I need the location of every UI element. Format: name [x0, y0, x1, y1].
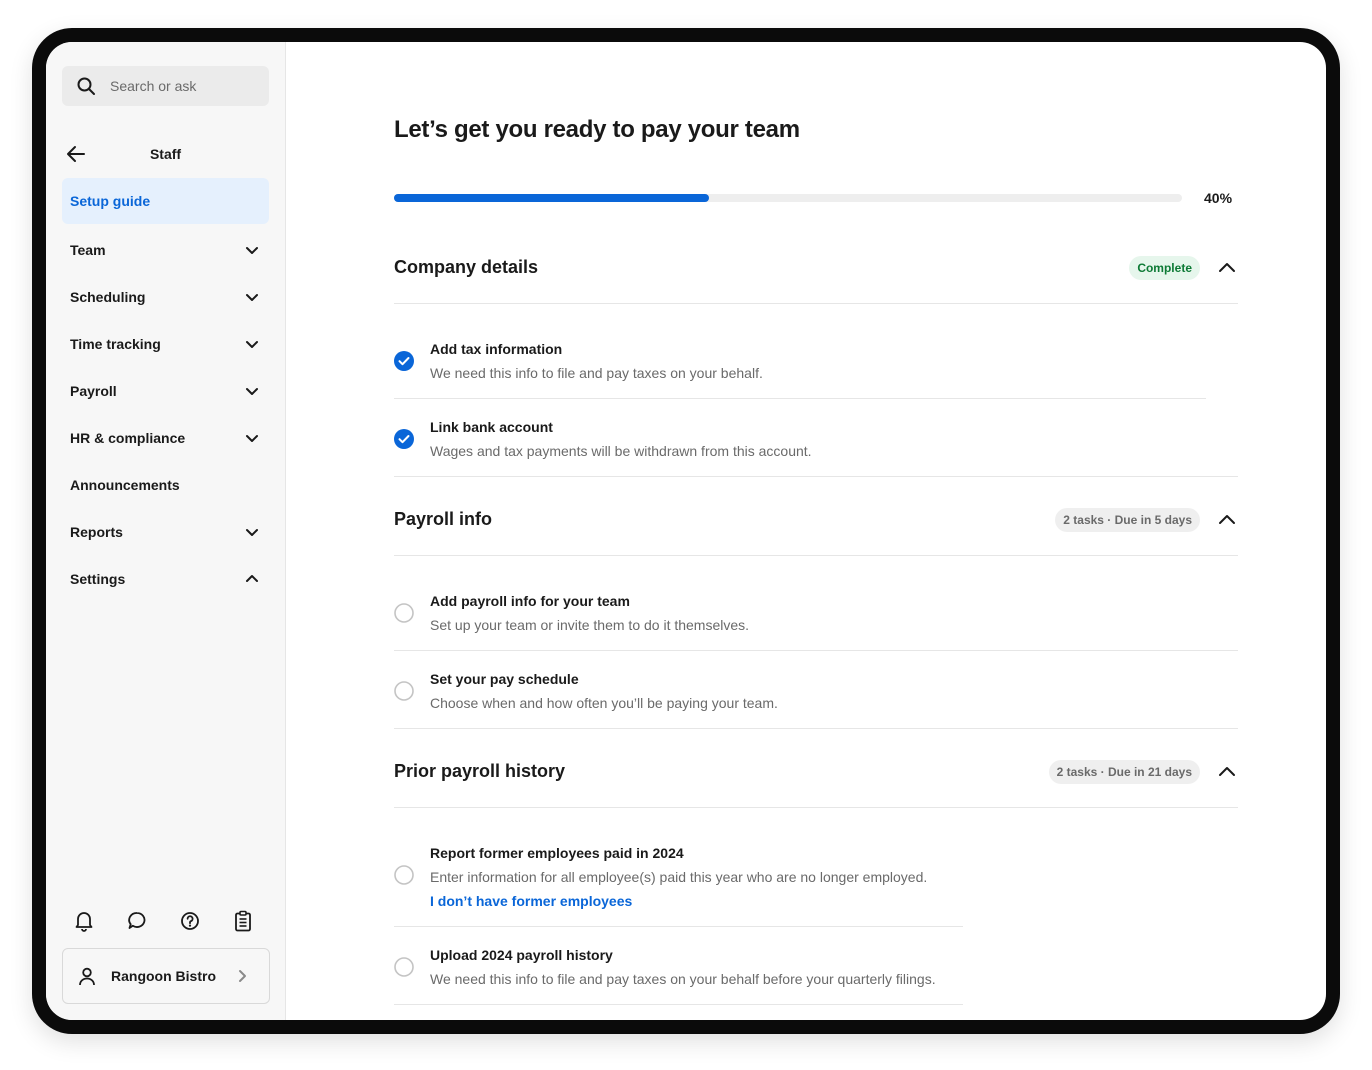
task-report-former-employees[interactable]: Report former employees paid in 2024 Ent… [394, 825, 963, 927]
checkmark-circle-icon[interactable] [394, 351, 414, 371]
section-prior-payroll-history[interactable]: Prior payroll history 2 tasks · Due in 2… [394, 744, 1238, 808]
clipboard-icon[interactable] [233, 910, 253, 932]
task-description: We need this info to file and pay taxes … [430, 971, 936, 987]
page-title: Let’s get you ready to pay your team [394, 116, 800, 143]
chevron-up-icon [246, 574, 258, 582]
sidebar-item-reports[interactable]: Reports [62, 508, 269, 555]
empty-circle-icon[interactable] [394, 865, 414, 885]
sidebar-item-label: Announcements [70, 476, 180, 493]
section-payroll-info[interactable]: Payroll info 2 tasks · Due in 5 days [394, 492, 1238, 556]
sidebar-item-setup-guide[interactable]: Setup guide [62, 178, 269, 224]
search-icon [77, 77, 95, 95]
search-placeholder: Search or ask [110, 78, 197, 94]
task-title: Add tax information [430, 341, 563, 357]
sidebar-item-settings[interactable]: Settings [62, 555, 269, 602]
empty-circle-icon[interactable] [394, 681, 414, 701]
task-description: Set up your team or invite them to do it… [430, 617, 750, 633]
chevron-right-icon [239, 970, 246, 982]
help-icon[interactable] [180, 910, 200, 932]
account-switcher[interactable]: Rangoon Bistro [62, 948, 270, 1004]
task-upload-payroll-history[interactable]: Upload 2024 payroll history We need this… [394, 927, 963, 1005]
sidebar-item-label: Setup guide [70, 193, 151, 209]
app-window: Search or ask Staff Setup guide Team Sch… [46, 42, 1326, 1020]
task-add-tax-information[interactable]: Add tax information We need this info to… [394, 321, 1206, 399]
back-arrow-icon[interactable] [64, 142, 88, 166]
sidebar-title: Staff [149, 146, 182, 162]
chevron-up-icon[interactable] [1216, 761, 1238, 783]
section-title: Company details [394, 257, 539, 277]
device-frame: Search or ask Staff Setup guide Team Sch… [32, 28, 1340, 1034]
task-description: We need this info to file and pay taxes … [430, 365, 763, 381]
sidebar-item-hr-compliance[interactable]: HR & compliance [62, 414, 269, 461]
chevron-down-icon [246, 293, 258, 301]
sidebar-item-label: Scheduling [70, 288, 146, 305]
section-title: Prior payroll history [394, 761, 566, 781]
progress-bar [394, 194, 1182, 202]
task-description: Wages and tax payments will be withdrawn… [430, 443, 812, 459]
sidebar-item-label: Time tracking [70, 335, 161, 352]
sidebar-item-time-tracking[interactable]: Time tracking [62, 320, 269, 367]
chevron-down-icon [246, 246, 258, 254]
sidebar-item-label: Settings [70, 570, 126, 587]
sidebar-item-announcements[interactable]: Announcements [62, 461, 269, 508]
sidebar-item-label: Payroll [70, 382, 117, 399]
chevron-down-icon [246, 387, 258, 395]
task-title: Upload 2024 payroll history [430, 947, 613, 963]
chevron-down-icon [246, 340, 258, 348]
sidebar-item-team[interactable]: Team [62, 226, 269, 273]
task-add-payroll-info[interactable]: Add payroll info for your team Set up yo… [394, 573, 1238, 651]
main-content: Let’s get you ready to pay your team 40%… [286, 42, 1326, 1020]
chat-icon[interactable] [127, 910, 147, 932]
search-input[interactable]: Search or ask [62, 66, 269, 106]
sidebar-item-payroll[interactable]: Payroll [62, 367, 269, 414]
empty-circle-icon[interactable] [394, 957, 414, 977]
task-link-bank-account[interactable]: Link bank account Wages and tax payments… [394, 399, 1238, 477]
sidebar: Search or ask Staff Setup guide Team Sch… [46, 42, 286, 1020]
chevron-down-icon [246, 528, 258, 536]
progress-label: 40% [1204, 190, 1233, 206]
checkmark-circle-icon[interactable] [394, 429, 414, 449]
task-title: Report former employees paid in 2024 [430, 845, 684, 861]
account-name: Rangoon Bistro [111, 968, 216, 984]
person-icon [79, 967, 95, 986]
empty-circle-icon[interactable] [394, 603, 414, 623]
status-badge: 2 tasks · Due in 5 days [1055, 507, 1200, 532]
section-title: Payroll info [394, 509, 493, 529]
bell-icon[interactable] [74, 910, 94, 932]
task-title: Add payroll info for your team [430, 593, 630, 609]
chevron-down-icon [246, 434, 258, 442]
chevron-up-icon[interactable] [1216, 257, 1238, 279]
status-badge: Complete [1129, 255, 1200, 280]
sidebar-utility-icons [74, 910, 253, 932]
task-title: Link bank account [430, 419, 553, 435]
sidebar-item-label: Reports [70, 523, 123, 540]
task-description: Choose when and how often you’ll be payi… [430, 695, 778, 711]
no-former-employees-link[interactable]: I don’t have former employees [430, 893, 632, 909]
chevron-up-icon[interactable] [1216, 509, 1238, 531]
task-set-pay-schedule[interactable]: Set your pay schedule Choose when and ho… [394, 651, 1238, 729]
progress-fill [394, 194, 710, 202]
task-title: Set your pay schedule [430, 671, 579, 687]
sidebar-item-scheduling[interactable]: Scheduling [62, 273, 269, 320]
sidebar-header: Staff [62, 130, 269, 178]
section-company-details[interactable]: Company details Complete [394, 240, 1238, 304]
task-description: Enter information for all employee(s) pa… [430, 869, 928, 885]
sidebar-item-label: HR & compliance [70, 429, 186, 446]
sidebar-item-label: Team [70, 241, 106, 258]
status-badge: 2 tasks · Due in 21 days [1048, 759, 1200, 784]
